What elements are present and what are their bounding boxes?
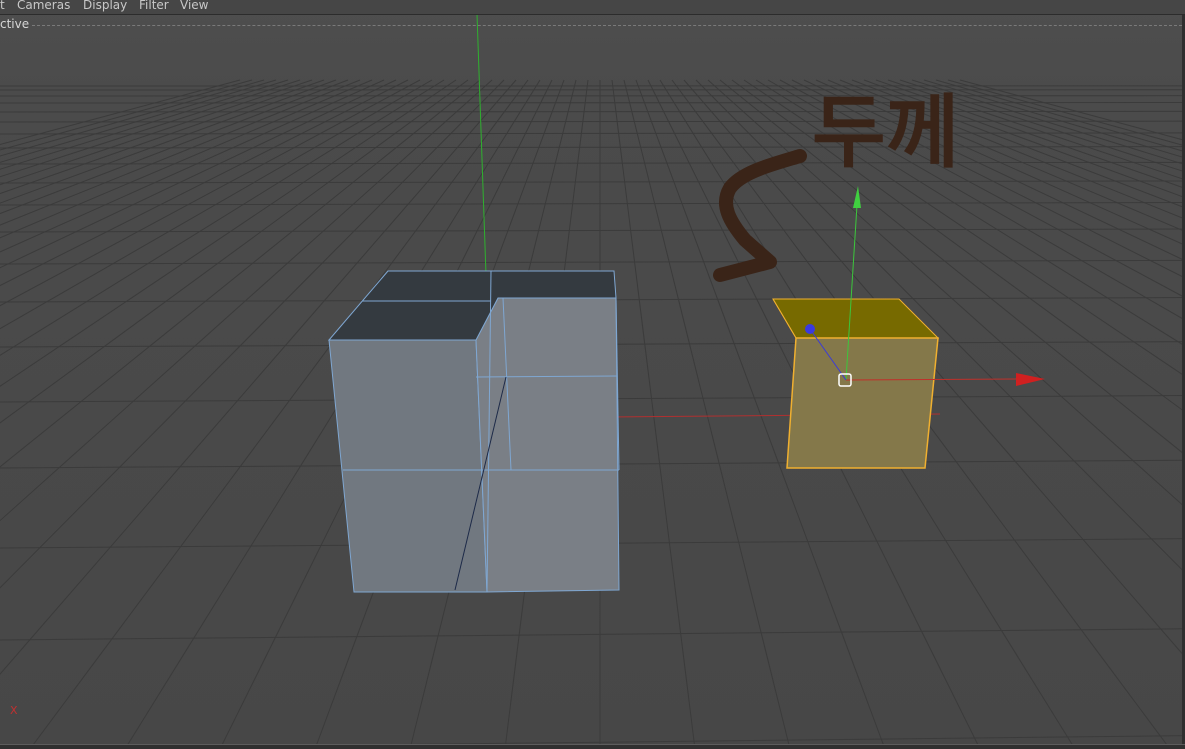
selected-object[interactable] <box>772 298 940 469</box>
cinema4d-viewport[interactable]: 두께 X t Cameras Display Filter View ctive <box>0 0 1185 749</box>
cube-object[interactable] <box>327 270 620 593</box>
annotation-label: 두께 <box>812 86 959 179</box>
axis-indicator-x: X <box>10 704 18 717</box>
header-divider <box>32 25 1182 26</box>
menu-item-cameras[interactable]: Cameras <box>17 0 70 11</box>
viewport-canvas[interactable]: 두께 X <box>0 0 1185 749</box>
menu-item-filter[interactable]: Filter <box>139 0 169 11</box>
gizmo-z-handle[interactable] <box>805 324 815 334</box>
menu-item-display[interactable]: Display <box>83 0 127 11</box>
selected-object-front <box>786 337 939 469</box>
cube-right-face <box>475 297 620 593</box>
menu-item-t[interactable]: t <box>0 0 5 11</box>
viewport-header: ctive <box>0 15 1185 33</box>
menu-item-view[interactable]: View <box>180 0 208 11</box>
projection-label[interactable]: ctive <box>0 15 29 33</box>
grid-line <box>0 110 1185 113</box>
viewport-menubar: t Cameras Display Filter View <box>0 0 1185 15</box>
viewport-border-bottom <box>0 744 1185 749</box>
annotation-text: 두께 <box>812 86 959 179</box>
